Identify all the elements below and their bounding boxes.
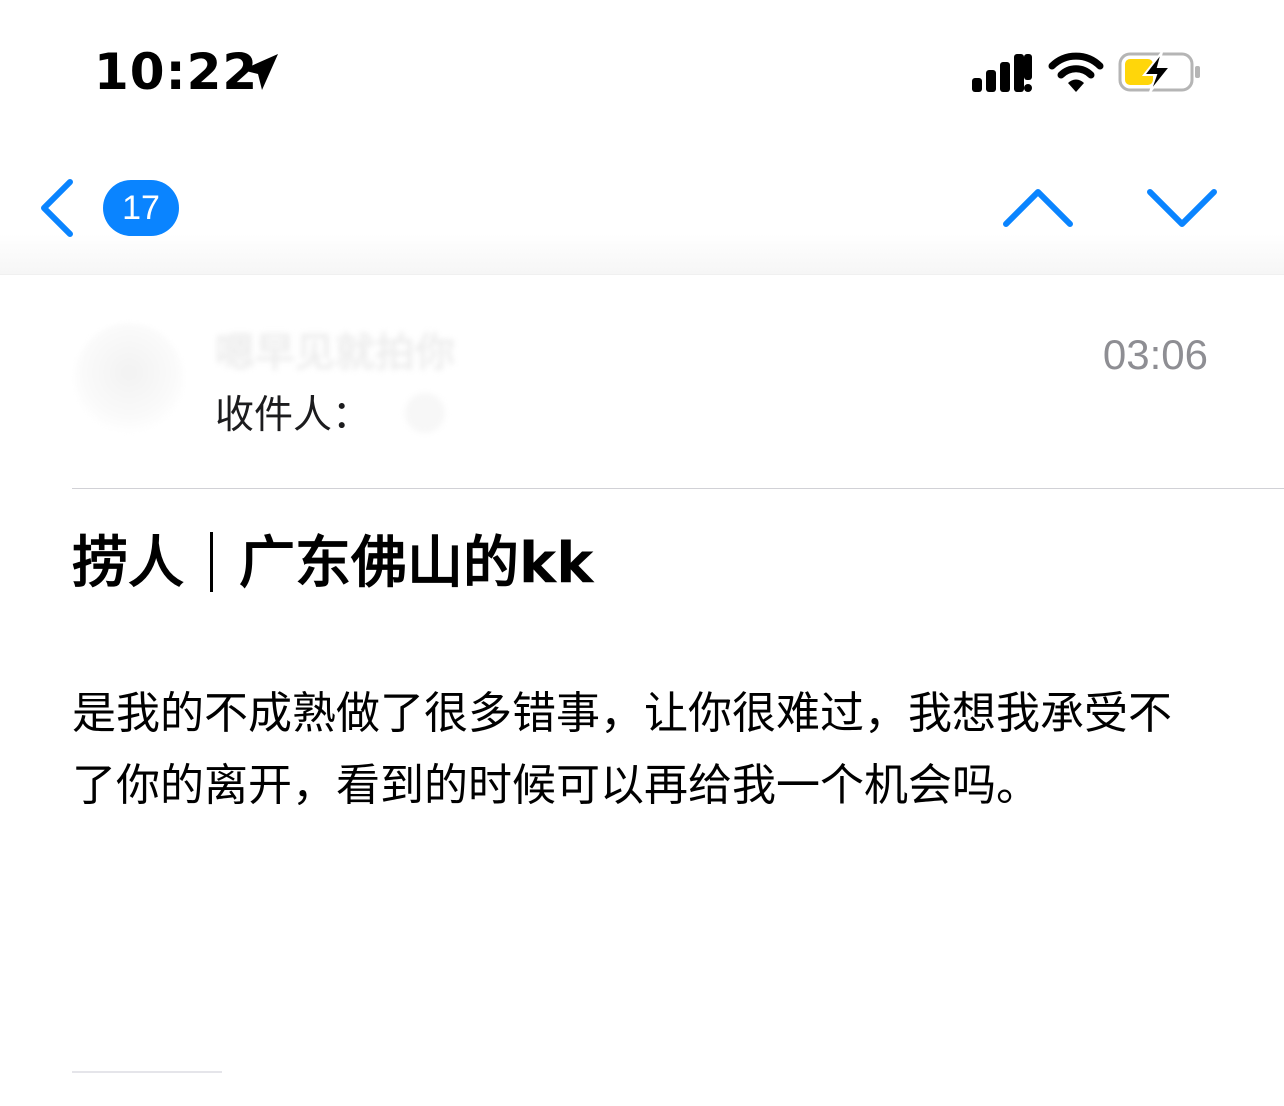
message-subject: 捞人 广东佛山的kk: [72, 524, 1222, 604]
cellular-signal-icon: [972, 54, 1032, 92]
mail-nav-bar: 17: [0, 140, 1284, 275]
status-bar: 10:22: [0, 0, 1284, 140]
chevron-left-icon[interactable]: [30, 176, 86, 240]
subject-part2: 广东佛山的kk: [239, 531, 594, 596]
signature-divider: [72, 1071, 222, 1073]
header-divider: [72, 488, 1284, 489]
subject-separator: [210, 532, 213, 592]
subject-part1: 捞人: [72, 531, 184, 596]
unread-count-badge[interactable]: 17: [103, 180, 179, 236]
recipient-name[interactable]: [405, 393, 445, 433]
message-header: 嗯早见就拍你 03:06 收件人：: [0, 275, 1284, 489]
sender-avatar[interactable]: [74, 323, 184, 433]
message-body: 是我的不成熟做了很多错事，让你很难过，我想我承受不了你的离开，看到的时候可以再给…: [72, 688, 1172, 811]
chevron-down-icon[interactable]: [1142, 180, 1222, 236]
battery-charging-icon: [1118, 51, 1200, 93]
recipient-label: 收件人：: [215, 393, 372, 438]
message-time: 03:06: [1102, 331, 1208, 378]
location-arrow-icon: [242, 54, 278, 90]
chevron-up-icon[interactable]: [998, 180, 1078, 236]
status-time: 10:22: [94, 43, 259, 101]
sender-name[interactable]: 嗯早见就拍你: [215, 325, 455, 381]
wifi-icon: [1048, 52, 1104, 92]
